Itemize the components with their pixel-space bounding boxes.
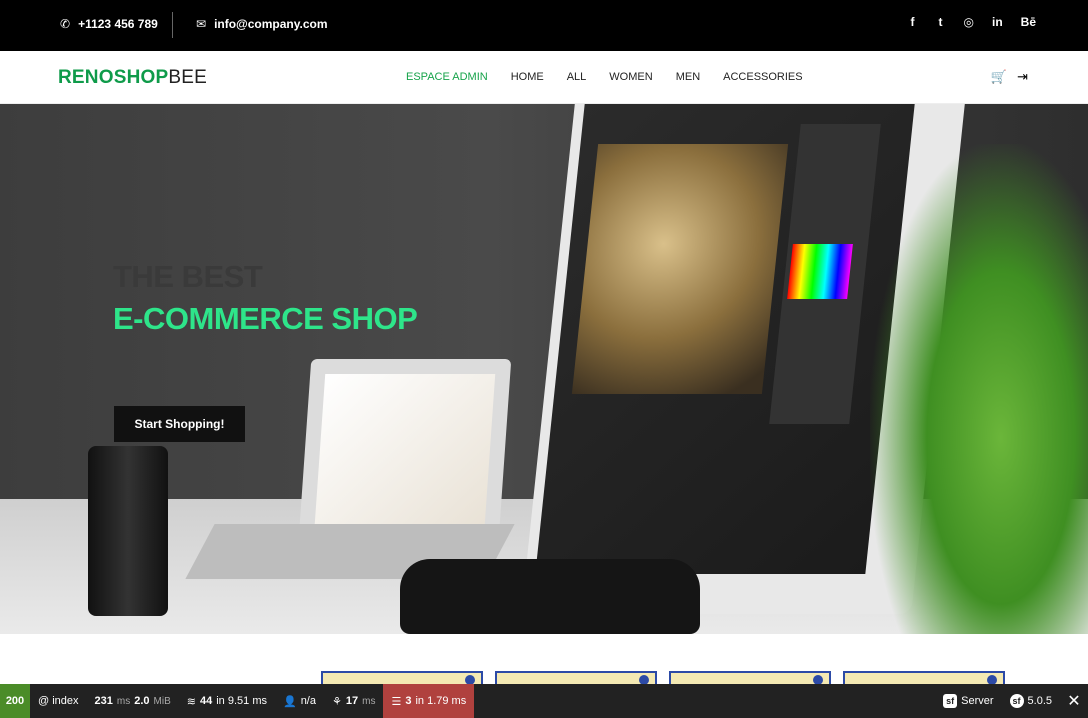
- database-icon: ☰: [391, 695, 402, 708]
- contact-divider: [172, 12, 173, 38]
- symfony-server-icon: sf: [943, 694, 958, 708]
- cache-detail: in 9.51 ms: [216, 695, 267, 707]
- nav-item-women[interactable]: WOMEN: [609, 71, 652, 83]
- status-code[interactable]: 200: [0, 684, 30, 718]
- facebook-icon[interactable]: f: [908, 15, 918, 29]
- site-logo[interactable]: RENOSHOPBEE: [58, 67, 207, 89]
- debug-toolbar: 200 @ index 231 ms 2.0 MiB ≋ 44 in 9.51 …: [0, 684, 1088, 718]
- pinterest-icon[interactable]: ◎: [964, 15, 974, 29]
- cache-item[interactable]: ≋ 44 in 9.51 ms: [179, 684, 275, 718]
- version-item[interactable]: sf 5.0.5: [1002, 684, 1060, 718]
- route-name: @ index: [38, 695, 79, 707]
- phone-number: +1123 456 789: [78, 17, 158, 31]
- twig-unit: ms: [362, 695, 376, 707]
- mail-icon: ✉: [196, 17, 207, 31]
- hero-plant: [870, 144, 1088, 634]
- twig-icon: ⚘: [331, 695, 342, 708]
- cache-icon: ≋: [186, 695, 196, 708]
- cache-value: 44: [199, 695, 213, 707]
- logo-part1: RENOSHOP: [58, 67, 169, 88]
- nav-item-men[interactable]: MEN: [676, 71, 700, 83]
- time-value: 231: [94, 695, 113, 707]
- user-value: n/a: [300, 695, 316, 707]
- hero-color-swatch: [787, 244, 853, 299]
- twitter-icon[interactable]: t: [936, 15, 946, 29]
- nav-icons: 🛒 ⇥: [991, 69, 1028, 85]
- linkedin-icon[interactable]: in: [992, 15, 1003, 29]
- hero-laptop-screen: [314, 374, 496, 524]
- nav-menu: ESPACE ADMIN HOME ALL WOMEN MEN ACCESSOR…: [406, 71, 803, 83]
- hero-title-line2: E-COMMERCE SHOP: [113, 301, 418, 336]
- login-icon[interactable]: ⇥: [1017, 69, 1028, 85]
- hero-camera: [400, 559, 700, 634]
- hero-photo-preview: [571, 144, 789, 394]
- database-detail: in 1.79 ms: [415, 695, 467, 707]
- nav-item-accessories[interactable]: ACCESSORIES: [723, 71, 802, 83]
- email-contact[interactable]: ✉ info@company.com: [196, 17, 328, 31]
- server-label: Server: [961, 695, 994, 707]
- start-shopping-button[interactable]: Start Shopping!: [114, 406, 245, 442]
- cart-icon[interactable]: 🛒: [991, 69, 1007, 85]
- symfony-logo-icon: sf: [1009, 694, 1024, 708]
- version-label: 5.0.5: [1027, 695, 1052, 707]
- user-item[interactable]: 👤 n/a: [275, 684, 324, 718]
- main-nav: RENOSHOPBEE ESPACE ADMIN HOME ALL WOMEN …: [0, 51, 1088, 104]
- twig-value: 17: [345, 695, 359, 707]
- email-address: info@company.com: [214, 17, 328, 31]
- route-item[interactable]: @ index: [30, 684, 87, 718]
- database-item[interactable]: ☰ 3 in 1.79 ms: [383, 684, 475, 718]
- nav-item-all[interactable]: ALL: [567, 71, 587, 83]
- twig-item[interactable]: ⚘ 17 ms: [324, 684, 383, 718]
- memory-value: 2.0: [134, 695, 150, 707]
- user-icon: 👤: [282, 695, 297, 708]
- memory-unit: MiB: [153, 695, 171, 707]
- social-links: f t ◎ in Bē: [908, 15, 1037, 29]
- nav-item-home[interactable]: HOME: [511, 71, 544, 83]
- debug-right: sf Server sf 5.0.5 ✕: [935, 684, 1088, 718]
- database-value: 3: [405, 695, 412, 707]
- server-item[interactable]: sf Server: [935, 684, 1001, 718]
- time-unit: ms: [116, 695, 131, 707]
- hero-banner: [0, 104, 1088, 634]
- phone-contact[interactable]: ✆ +1123 456 789: [60, 17, 158, 31]
- hero-camera-lens: [88, 446, 168, 616]
- hero-title-line1: THE BEST: [113, 259, 263, 294]
- behance-icon[interactable]: Bē: [1021, 15, 1036, 29]
- nav-item-espace-admin[interactable]: ESPACE ADMIN: [406, 71, 488, 83]
- top-bar: ✆ +1123 456 789 ✉ info@company.com f t ◎…: [0, 0, 1088, 51]
- logo-part2: BEE: [168, 67, 207, 88]
- time-item[interactable]: 231 ms 2.0 MiB: [87, 684, 179, 718]
- phone-icon: ✆: [60, 17, 71, 31]
- close-icon[interactable]: ✕: [1060, 691, 1088, 711]
